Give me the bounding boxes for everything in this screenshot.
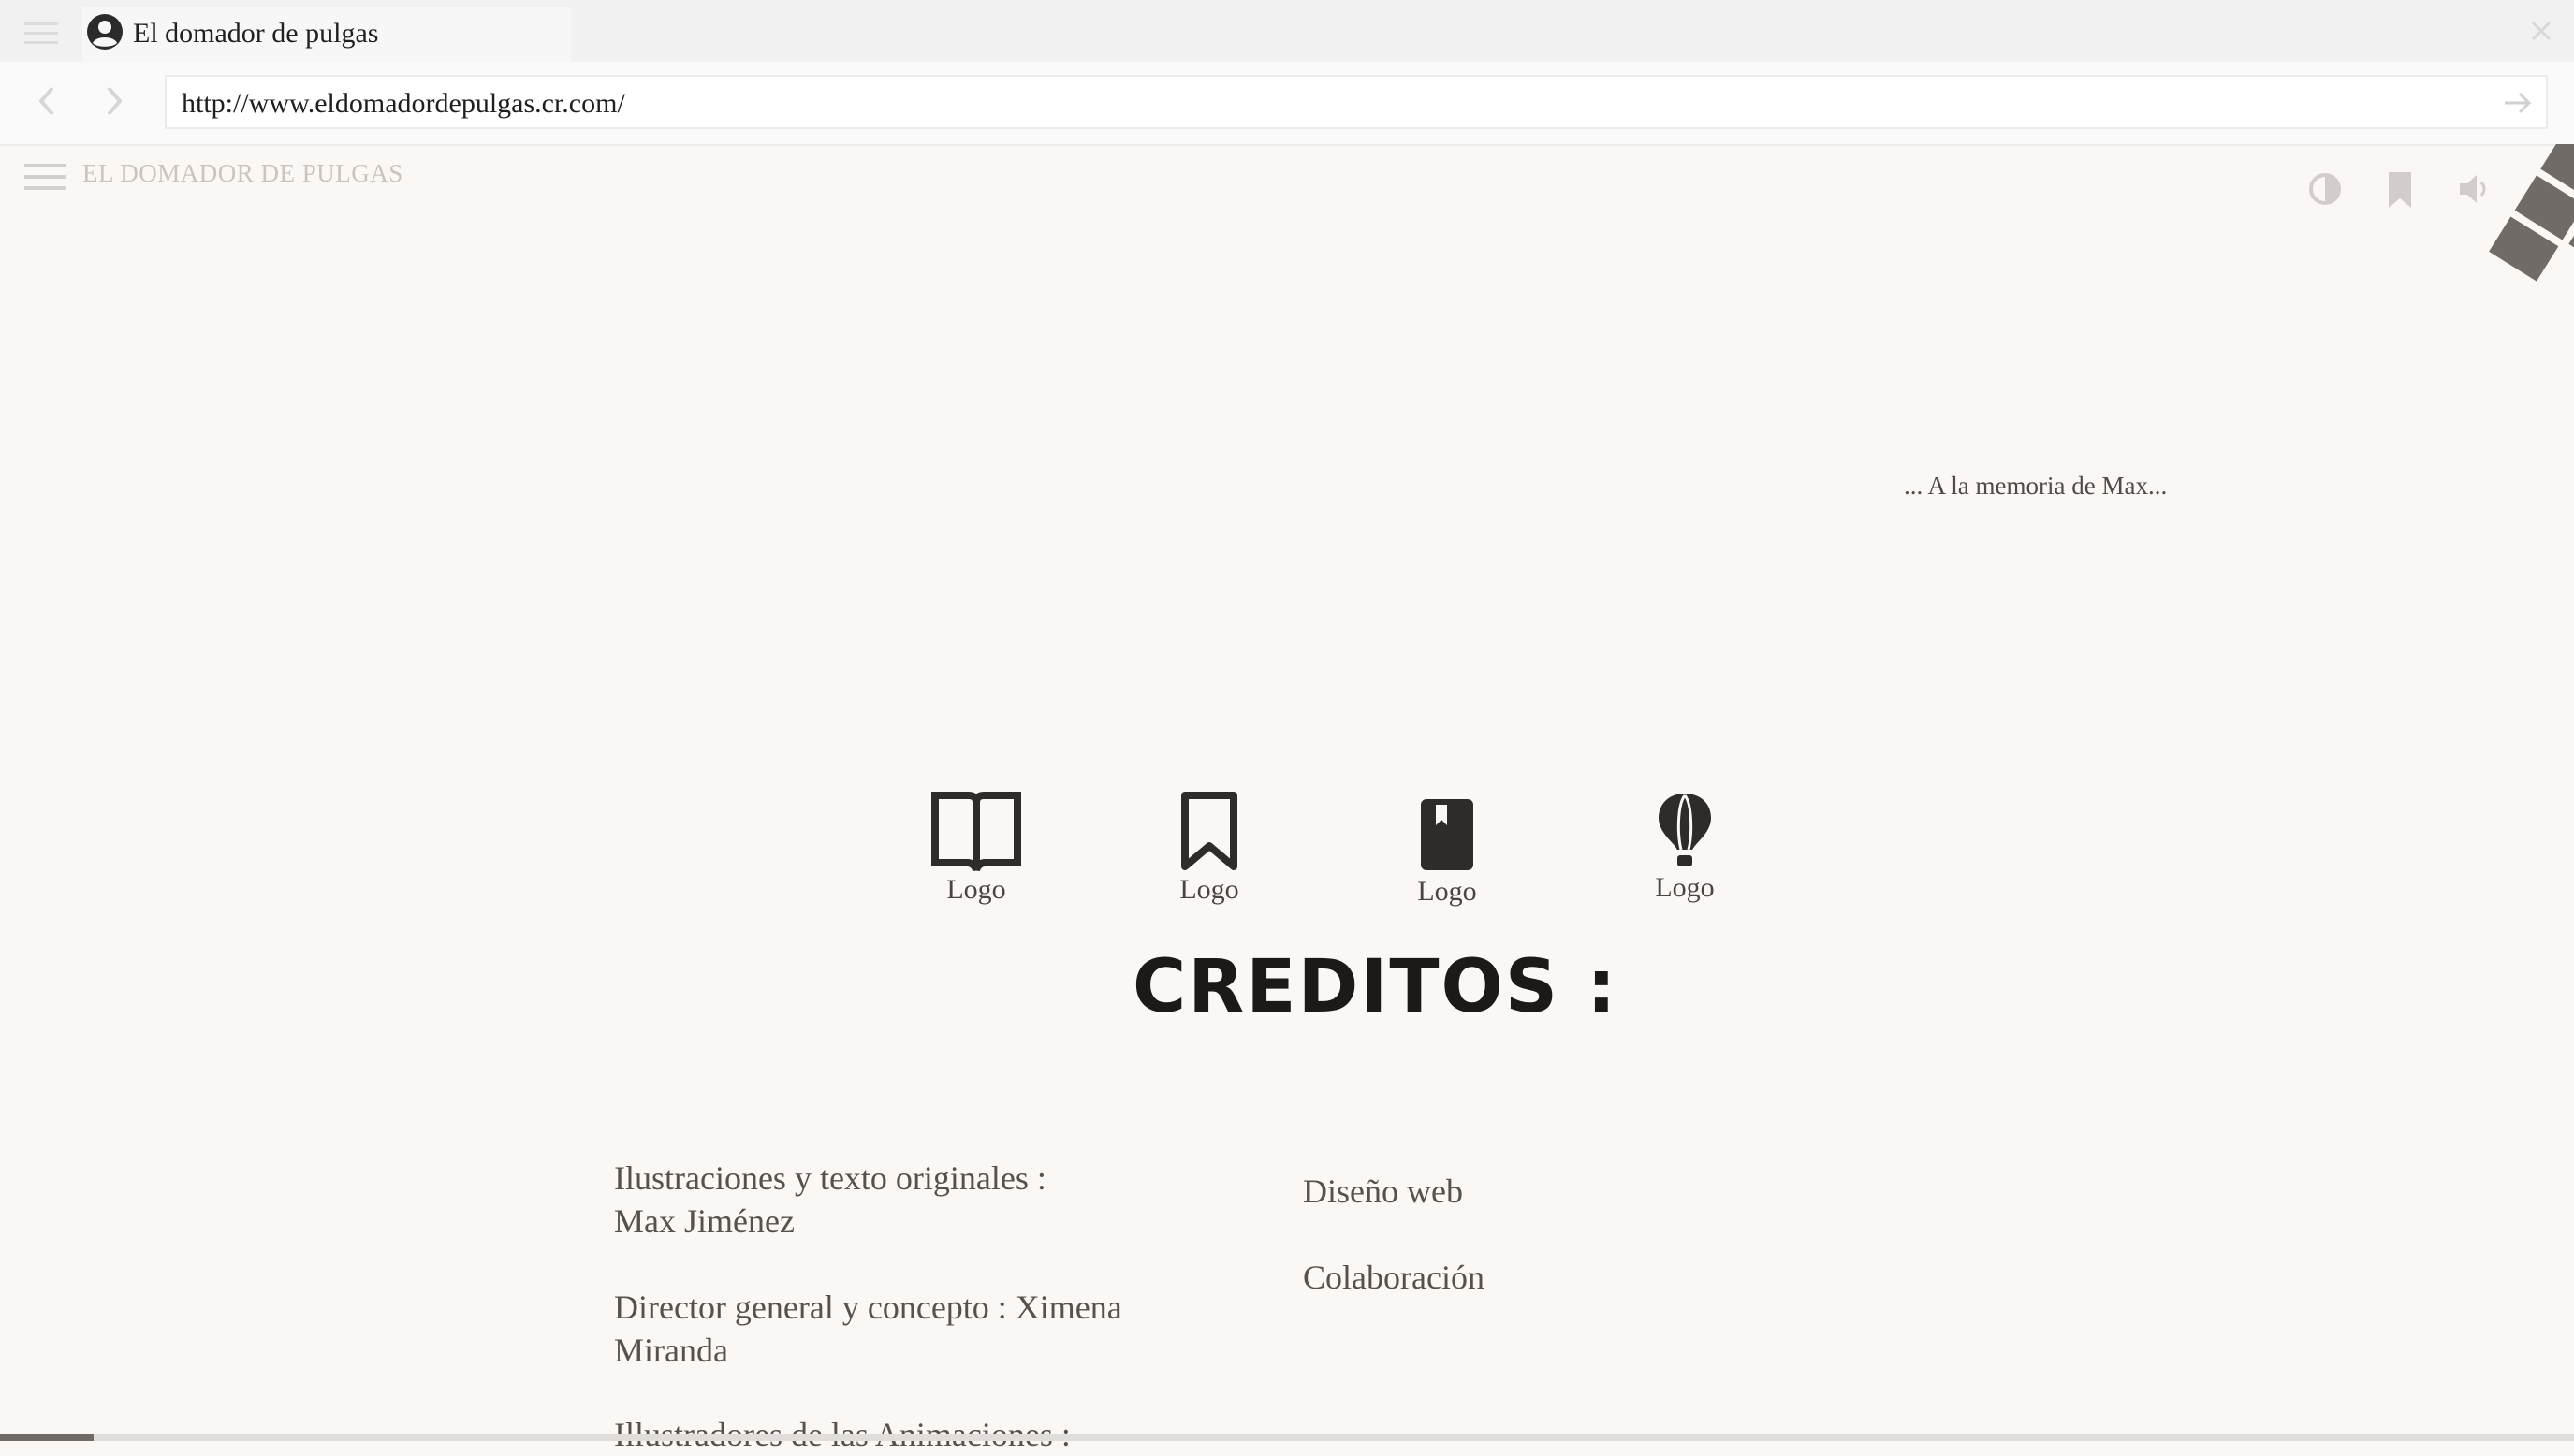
corner-decoration <box>2489 144 2574 282</box>
hamburger-menu-icon[interactable] <box>24 21 58 47</box>
credit-line: Miranda <box>614 1332 728 1369</box>
logo-bookmark[interactable]: Logo <box>1144 792 1275 906</box>
close-icon[interactable] <box>2527 17 2555 45</box>
scroll-progress-track[interactable] <box>0 1434 2574 1441</box>
hot-air-balloon-icon <box>1659 794 1711 866</box>
credit-line: Ilustraciones y texto originales : <box>614 1159 1046 1197</box>
scroll-progress-thumb[interactable] <box>0 1434 94 1441</box>
url-input[interactable]: http://www.eldomadordepulgas.cr.com/ <box>165 75 2548 129</box>
chevron-right-icon[interactable] <box>97 82 131 120</box>
logo-label: Logo <box>946 874 1006 905</box>
logo-label: Logo <box>1655 872 1715 903</box>
contrast-icon[interactable] <box>2304 167 2346 211</box>
credit-link-collaboration[interactable]: Colaboración <box>1303 1256 1484 1299</box>
logo-label: Logo <box>1417 876 1477 907</box>
bookmark-icon <box>1181 792 1237 870</box>
credit-link-web-design[interactable]: Diseño web <box>1303 1170 1463 1213</box>
browser-tab[interactable]: El domador de pulgas <box>82 7 571 62</box>
arrow-right-icon[interactable] <box>2501 88 2535 118</box>
open-book-icon <box>931 792 1021 872</box>
bookmark-icon[interactable] <box>2379 167 2420 211</box>
logo-label: Logo <box>1179 874 1239 905</box>
closed-book-icon <box>1421 799 1473 870</box>
address-bar-row: http://www.eldomadordepulgas.cr.com/ <box>0 62 2574 146</box>
credits-heading: CREDITOS : <box>1133 945 1618 1029</box>
chevron-left-icon[interactable] <box>30 82 64 120</box>
logo-open-book[interactable]: Logo <box>911 790 1042 906</box>
account-circle-icon <box>87 14 123 50</box>
logo-balloon[interactable]: Logo <box>1619 792 1750 904</box>
credit-line: Max Jiménez <box>614 1202 795 1240</box>
dedication-text: ... A la memoria de Max... <box>1904 472 2168 500</box>
site-menu-icon[interactable] <box>24 161 66 193</box>
browser-tab-strip: El domador de pulgas <box>0 0 2574 62</box>
logo-closed-book[interactable]: Logo <box>1382 795 1513 908</box>
url-text[interactable]: http://www.eldomadordepulgas.cr.com/ <box>182 88 625 120</box>
tab-title: El domador de pulgas <box>133 18 379 49</box>
site-title[interactable]: EL DOMADOR DE PULGAS <box>82 159 403 188</box>
credit-line: Director general y concepto : Ximena <box>614 1289 1122 1326</box>
